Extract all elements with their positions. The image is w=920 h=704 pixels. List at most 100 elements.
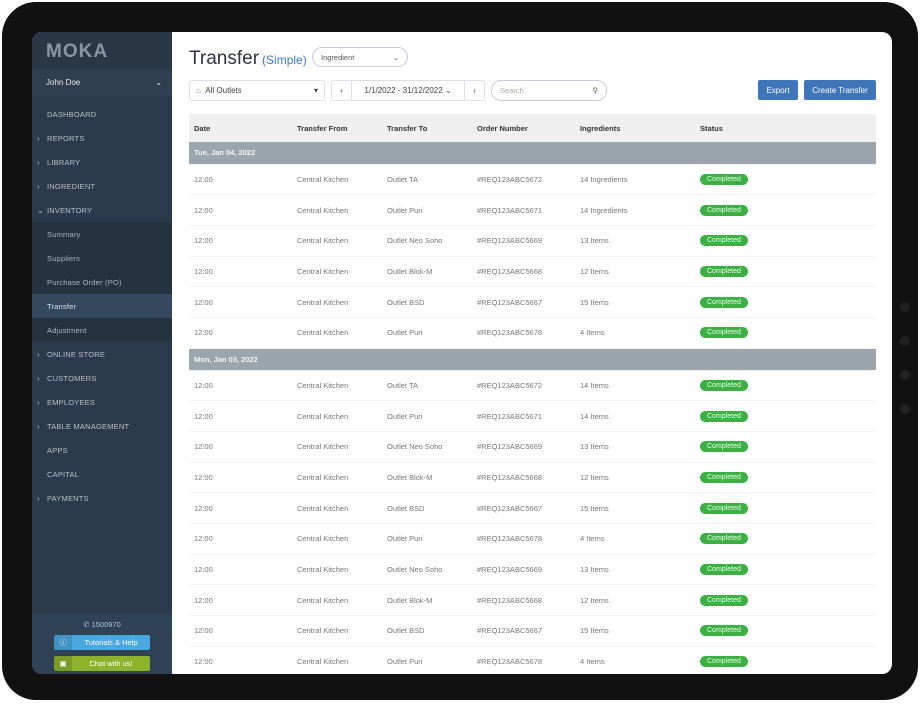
date-group-row: Mon, Jan 03, 2022 [189,348,876,371]
status-badge: Completed [700,379,748,391]
table-row[interactable]: 12:00 Central Kitchen Outlet BSD #REQ123ABC… [189,286,876,318]
table-cell: Outlet Neo Soho [382,225,472,257]
table-row[interactable]: 12:00 Central Kitchen Outlet Puri #REQ123AB… [189,646,876,674]
sidebar-item-inventory[interactable]: ⌄ INVENTORY [32,198,172,222]
table-cell: 14 Items [575,370,695,402]
sidebar-item-adjustment[interactable]: Adjustment [32,318,172,342]
table-row[interactable]: 12:00 Central Kitchen Outlet Neo Soho #REQ1… [189,225,876,257]
outlet-select[interactable]: ⌂ All Outlets ▾ [189,80,325,101]
chat-button[interactable]: ▣ Chat with us! [54,656,150,671]
sidebar-item-suppliers[interactable]: Suppliers [32,246,172,270]
table-cell: Outlet Puri [382,523,472,555]
table-cell: #REQ123ABC5667 [472,492,575,525]
info-icon: ⓘ [54,635,72,650]
table-row[interactable]: 12:00 Central Kitchen Outlet Blok-M #REQ123… [189,462,876,494]
status-badge: Completed [700,472,748,484]
table-cell: 14 Ingredients [575,194,695,226]
table-cell: 12:00 [189,286,292,318]
sidebar-item-reports[interactable]: › REPORTS [32,126,172,150]
sidebar-item-library[interactable]: › LIBRARY [32,150,172,174]
sidebar-item-table-management[interactable]: › TABLE MANAGEMENT [32,414,172,438]
table-cell: 12:00 [189,554,292,586]
table-cell: Central Kitchen [292,584,382,617]
table-cell: 12:00 [189,164,292,196]
column-header: Transfer To [382,114,472,142]
table-row[interactable]: 12:00 Central Kitchen Outlet Puri #REQ123AB… [189,194,876,226]
chevron-down-icon: ⌄ [155,78,162,87]
sidebar-item-apps[interactable]: APPS [32,438,172,462]
table-cell: 12 Items [575,584,695,617]
create-transfer-button[interactable]: Create Transfer [804,80,876,100]
status-badge: Completed [700,594,748,606]
sidebar-item-employees[interactable]: › EMPLOYEES [32,390,172,414]
next-date-button[interactable]: › [464,81,484,100]
chevron-down-icon: ⌄ [392,52,399,62]
search-input[interactable]: Search ⚲ [491,80,607,101]
sidebar-item-label: INVENTORY [47,205,93,215]
status-badge: Completed [700,296,748,308]
table-cell: #REQ123ABC5671 [472,194,575,226]
sidebar-item-online-store[interactable]: › ONLINE STORE [32,342,172,366]
status-badge: Completed [700,441,748,453]
sidebar-item-dashboard[interactable]: DASHBOARD [32,102,172,126]
export-button[interactable]: Export [758,80,798,100]
table-row[interactable]: 12:00 Central Kitchen Outlet TA #REQ123ABC5… [189,370,876,402]
table-cell: 14 Items [575,400,695,432]
table-cell: Outlet BSD [382,615,472,647]
date-range-value[interactable]: 1/1/2022 - 31/12/2022 ⌄ [352,86,464,95]
sidebar-item-customers[interactable]: › CUSTOMERS [32,366,172,390]
table-cell: 15 Items [575,615,695,647]
sidebar-item-transfer[interactable]: Transfer [32,294,172,318]
table-row[interactable]: 12:00 Central Kitchen Outlet Neo Soho #REQ1… [189,431,876,463]
table-row[interactable]: 12:00 Central Kitchen Outlet BSD #REQ123ABC… [189,615,876,647]
sidebar-item-ingredient[interactable]: › INGREDIENT [32,174,172,198]
table-cell: Completed [695,615,876,647]
table-cell: Completed [695,194,876,226]
table-cell: 12:00 [189,400,292,432]
table-cell: Completed [695,554,876,586]
sidebar-item-label: EMPLOYEES [47,397,96,407]
table-cell: Completed [695,164,876,196]
table-cell: Outlet TA [382,370,472,402]
type-select[interactable]: Ingredient ⌄ [312,47,408,67]
column-header: Transfer From [292,114,382,142]
table-cell: 15 Items [575,286,695,318]
sidebar: MOKA John Doe ⌄ DASHBOARD › REPORTS › LIBRARY… [32,32,172,674]
table-cell: 12:00 [189,370,292,402]
table-row[interactable]: 12:00 Central Kitchen Outlet Blok-M #REQ123… [189,584,876,617]
status-badge: Completed [700,235,748,247]
table-row[interactable]: 12:00 Central Kitchen Outlet TA #REQ123ABC5… [189,164,876,196]
table-row[interactable]: 12:00 Central Kitchen Outlet Puri #REQ123AB… [189,523,876,555]
table-cell: #REQ123ABC5668 [472,256,575,288]
table-cell: Central Kitchen [292,194,382,226]
support-phone[interactable]: ✆ 1500970 [32,620,172,629]
table-cell: 12:00 [189,317,292,349]
sidebar-item-summary[interactable]: Summary [32,222,172,246]
table-cell: Outlet Puri [382,194,472,226]
table-cell: #REQ123ABC5668 [472,584,575,617]
table-cell: Outlet Blok-M [382,584,472,617]
tutorials-button[interactable]: ⓘ Tutorials & Help [54,635,150,650]
table-cell: #REQ123ABC5667 [472,615,575,647]
table-cell: #REQ123ABC5672 [472,370,575,402]
chevron-right-icon: › [37,421,40,431]
sidebar-item-capital[interactable]: CAPITAL [32,462,172,486]
table-cell: Outlet Puri [382,646,472,674]
status-badge: Completed [700,656,748,668]
table-row[interactable]: 12:00 Central Kitchen Outlet Puri #REQ123AB… [189,317,876,349]
table-row[interactable]: 12:00 Central Kitchen Outlet Neo Soho #REQ1… [189,554,876,586]
table-cell: 12:00 [189,225,292,257]
sidebar-item-payments[interactable]: › PAYMENTS [32,486,172,510]
table-cell: Completed [695,523,876,555]
table-row[interactable]: 12:00 Central Kitchen Outlet Puri #REQ123AB… [189,400,876,432]
table-row[interactable]: 12:00 Central Kitchen Outlet Blok-M #REQ123… [189,256,876,288]
table-cell: Outlet BSD [382,492,472,525]
table-cell: Completed [695,400,876,432]
chevron-right-icon: › [37,181,40,191]
table-cell: 14 Ingredients [575,164,695,196]
user-menu[interactable]: John Doe ⌄ [32,69,172,96]
prev-date-button[interactable]: ‹ [332,81,352,100]
sidebar-item-purchase-order-po-[interactable]: Purchase Order (PO) [32,270,172,294]
table-row[interactable]: 12:00 Central Kitchen Outlet BSD #REQ123ABC… [189,492,876,525]
sidebar-item-label: Summary [47,229,81,239]
